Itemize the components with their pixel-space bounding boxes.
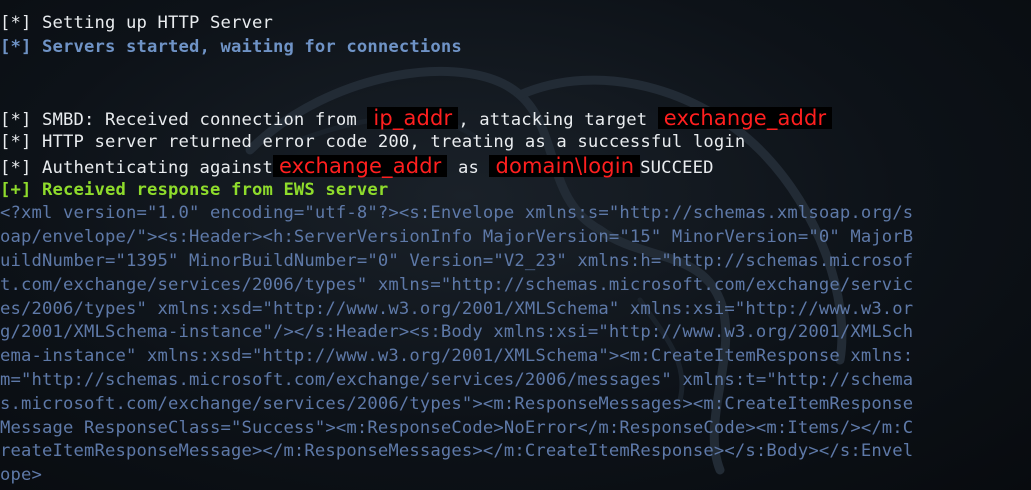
status-line-http-200: [*] HTTP server returned error code 200,…	[0, 131, 746, 152]
xml-response-line: m="http://schemas.microsoft.com/exchange…	[0, 369, 914, 390]
redacted-exchange-addr: exchange_addr	[272, 154, 448, 177]
status-line-smbd-connection: [*] SMBD: Received connection from ip_ad…	[0, 107, 1031, 131]
redacted-exchange-addr: exchange_addr	[657, 107, 833, 130]
authenticating-prefix: [*] Authenticating against	[0, 157, 273, 178]
status-line-servers-started: [*] Servers started, waiting for connect…	[0, 36, 462, 57]
xml-response-line: Message ResponseClass="Success"><m:Respo…	[0, 417, 914, 438]
xml-response-line: <?xml version="1.0" encoding="utf-8"?><s…	[0, 203, 914, 224]
xml-response-line: es/2006/types" xmlns:xsd="http://www.w3.…	[0, 298, 914, 319]
status-line-ews-response: [+] Received response from EWS server	[0, 179, 389, 200]
status-line-setup: [*] Setting up HTTP Server	[0, 13, 273, 33]
xml-response-line: s.microsoft.com/exchange/services/2006/t…	[0, 393, 914, 414]
xml-response-line: oap/envelope/"><s:Header><h:ServerVersio…	[0, 227, 914, 248]
xml-response-line: t.com/exchange/services/2006/types" xmln…	[0, 274, 914, 295]
attacking-target-text: , attacking target	[458, 110, 658, 131]
xml-response-line: g/2001/XMLSchema-instance"/></s:Header><…	[0, 322, 914, 343]
xml-response-line: ema-instance" xmlns:xsd="http://www.w3.o…	[0, 346, 914, 367]
succeed-text: SUCCEED	[640, 157, 714, 178]
xml-response-line: reateItemResponseMessage></m:ResponseMes…	[0, 441, 914, 462]
as-text: as	[447, 157, 490, 178]
xml-response-line: uildNumber="1395" MinorBuildNumber="0" V…	[0, 250, 914, 271]
redacted-ip-addr: ip_addr	[367, 107, 459, 130]
smbd-prefix: [*] SMBD: Received connection from	[0, 110, 368, 131]
status-line-authenticating: [*] Authenticating against exchange_addr …	[0, 154, 1031, 179]
terminal-output: [*] Setting up HTTP Server [*] Servers s…	[0, 12, 1031, 488]
xml-response-line: ope>	[0, 465, 42, 486]
terminal-window[interactable]: [*] Setting up HTTP Server [*] Servers s…	[0, 0, 1031, 490]
redacted-domain-login: domain\login	[489, 154, 641, 177]
